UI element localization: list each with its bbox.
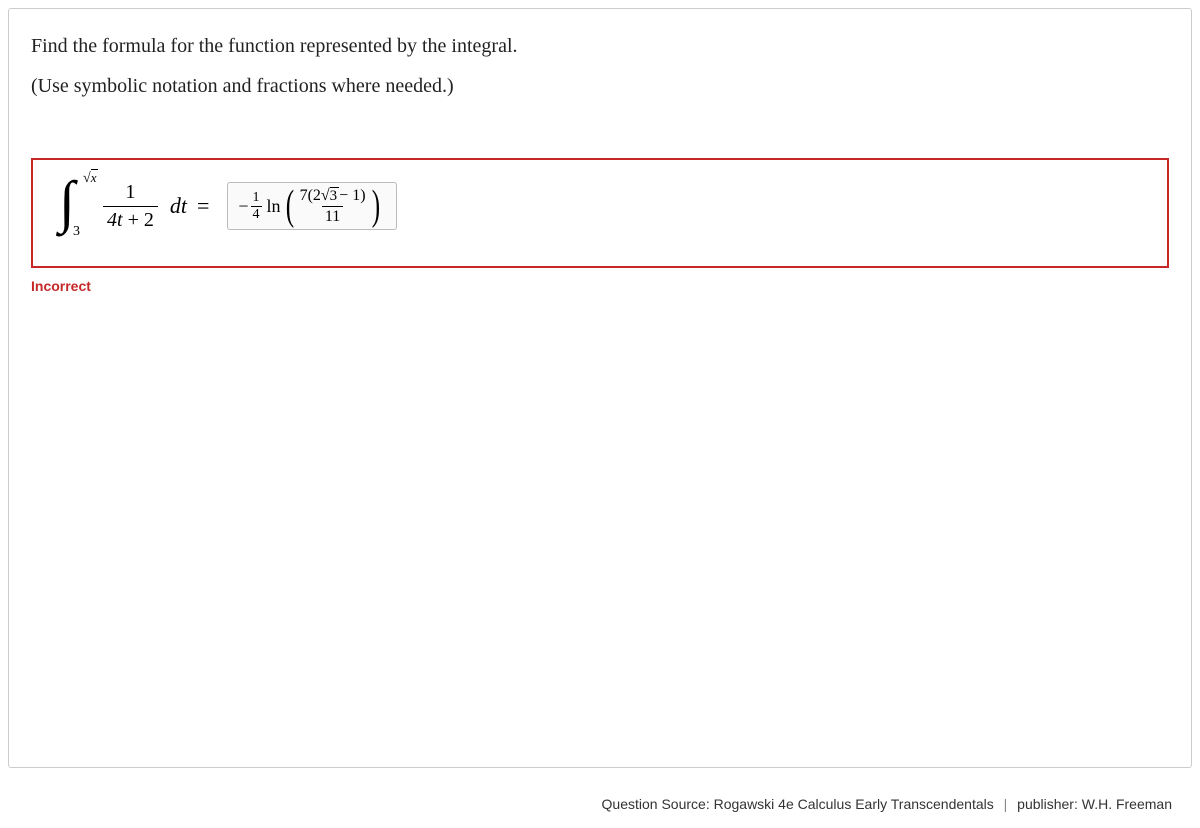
coefficient-fraction: 1 4 — [251, 190, 262, 223]
integrand-denominator: 4t + 2 — [103, 206, 158, 232]
left-paren-icon: ( — [285, 186, 293, 226]
question-prompt: Find the formula for the function repres… — [31, 29, 1169, 63]
integral-glyph-icon: ∫ — [59, 174, 75, 230]
feedback-label: Incorrect — [31, 278, 1169, 294]
publisher-value: W.H. Freeman — [1082, 796, 1172, 812]
answer-box: ∫ x 3 1 4t + 2 dt = − — [31, 158, 1169, 268]
ln-function: ln — [267, 196, 281, 217]
inner-numerator: 7 ( 2 √3 − 1 ) — [297, 187, 369, 206]
source-value: Rogawski 4e Calculus Early Transcendenta… — [714, 796, 994, 812]
coef-numerator: 1 — [251, 190, 262, 206]
footer-separator-icon: | — [1004, 796, 1008, 812]
footer-attribution: Question Source: Rogawski 4e Calculus Ea… — [602, 796, 1172, 812]
publisher-label: publisher: — [1017, 796, 1078, 812]
integral-sign: ∫ x 3 — [53, 178, 97, 234]
integral-lower-bound: 3 — [73, 224, 80, 240]
dt-symbol: dt — [170, 193, 187, 219]
answer-row: ∫ x 3 1 4t + 2 dt = − — [53, 178, 1147, 234]
integrand-fraction: 1 4t + 2 — [103, 181, 158, 232]
minus-sign: − — [238, 196, 248, 217]
question-card: Find the formula for the function repres… — [8, 8, 1192, 768]
sqrt-icon: x — [83, 170, 98, 187]
source-label: Question Source: — [602, 796, 710, 812]
integral-expression: ∫ x 3 1 4t + 2 dt = — [53, 178, 213, 234]
inner-fraction: 7 ( 2 √3 − 1 ) 11 — [297, 187, 369, 226]
inner-denominator: 11 — [322, 206, 343, 226]
equals-sign: = — [197, 193, 209, 219]
answer-input[interactable]: − 1 4 ln ( 7 ( 2 √3 — [227, 182, 397, 230]
integral-upper-bound: x — [83, 170, 98, 187]
answer-section: ∫ x 3 1 4t + 2 dt = − — [31, 158, 1169, 294]
coef-denominator: 4 — [251, 206, 262, 223]
sqrt-inline-icon: √3 — [321, 187, 339, 205]
question-hint: (Use symbolic notation and fractions whe… — [31, 69, 1169, 103]
integrand-numerator: 1 — [121, 181, 139, 206]
right-paren-icon: ) — [371, 186, 379, 226]
